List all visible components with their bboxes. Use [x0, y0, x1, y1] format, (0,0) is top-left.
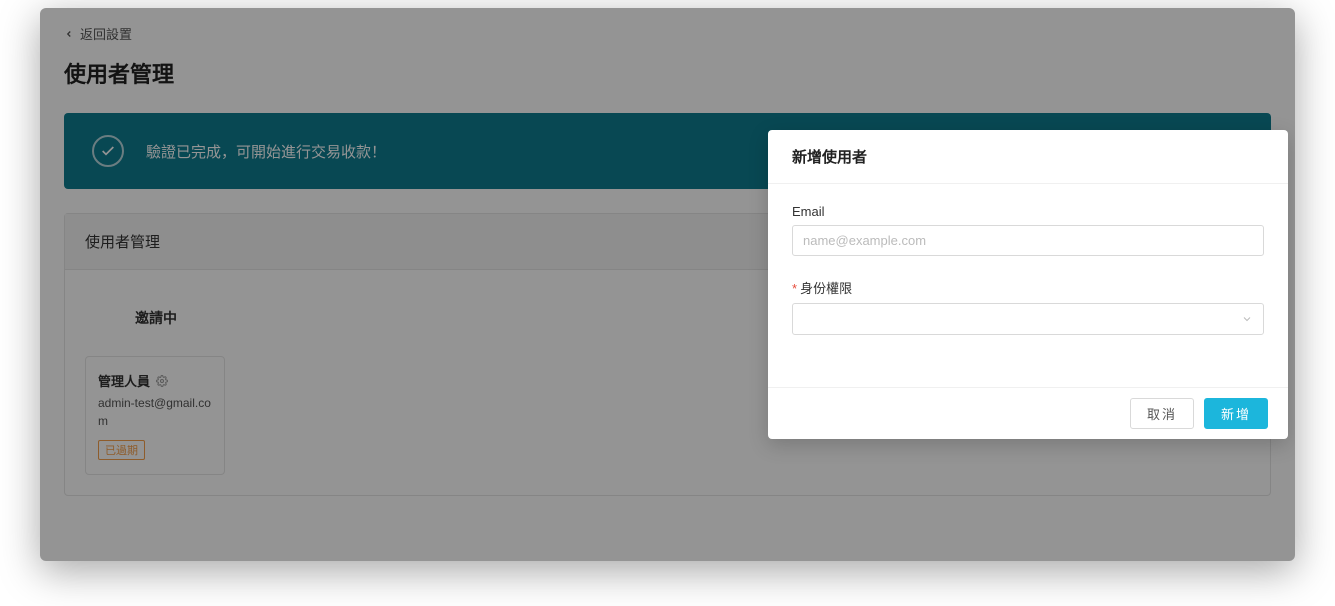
role-label-text: 身份權限	[800, 281, 852, 296]
required-mark: *	[792, 281, 797, 296]
role-label: *身份權限	[792, 278, 1264, 297]
email-label: Email	[792, 204, 1264, 219]
modal-header: 新增使用者	[768, 130, 1288, 184]
cancel-button[interactable]: 取消	[1130, 398, 1194, 429]
role-form-group: *身份權限	[792, 278, 1264, 335]
email-form-group: Email	[792, 204, 1264, 256]
submit-button[interactable]: 新增	[1204, 398, 1268, 429]
role-select[interactable]	[792, 303, 1264, 335]
email-input[interactable]	[792, 225, 1264, 256]
modal-footer: 取消 新增	[768, 387, 1288, 439]
page-container: 返回設置 使用者管理 驗證已完成，可開始進行交易收款！ 使用者管理 邀請中	[40, 8, 1295, 561]
add-user-modal: 新增使用者 Email *身份權限 取消 新增	[768, 130, 1288, 439]
modal-body: Email *身份權限	[768, 184, 1288, 387]
modal-title: 新增使用者	[792, 146, 1264, 167]
chevron-down-icon	[1241, 313, 1253, 325]
